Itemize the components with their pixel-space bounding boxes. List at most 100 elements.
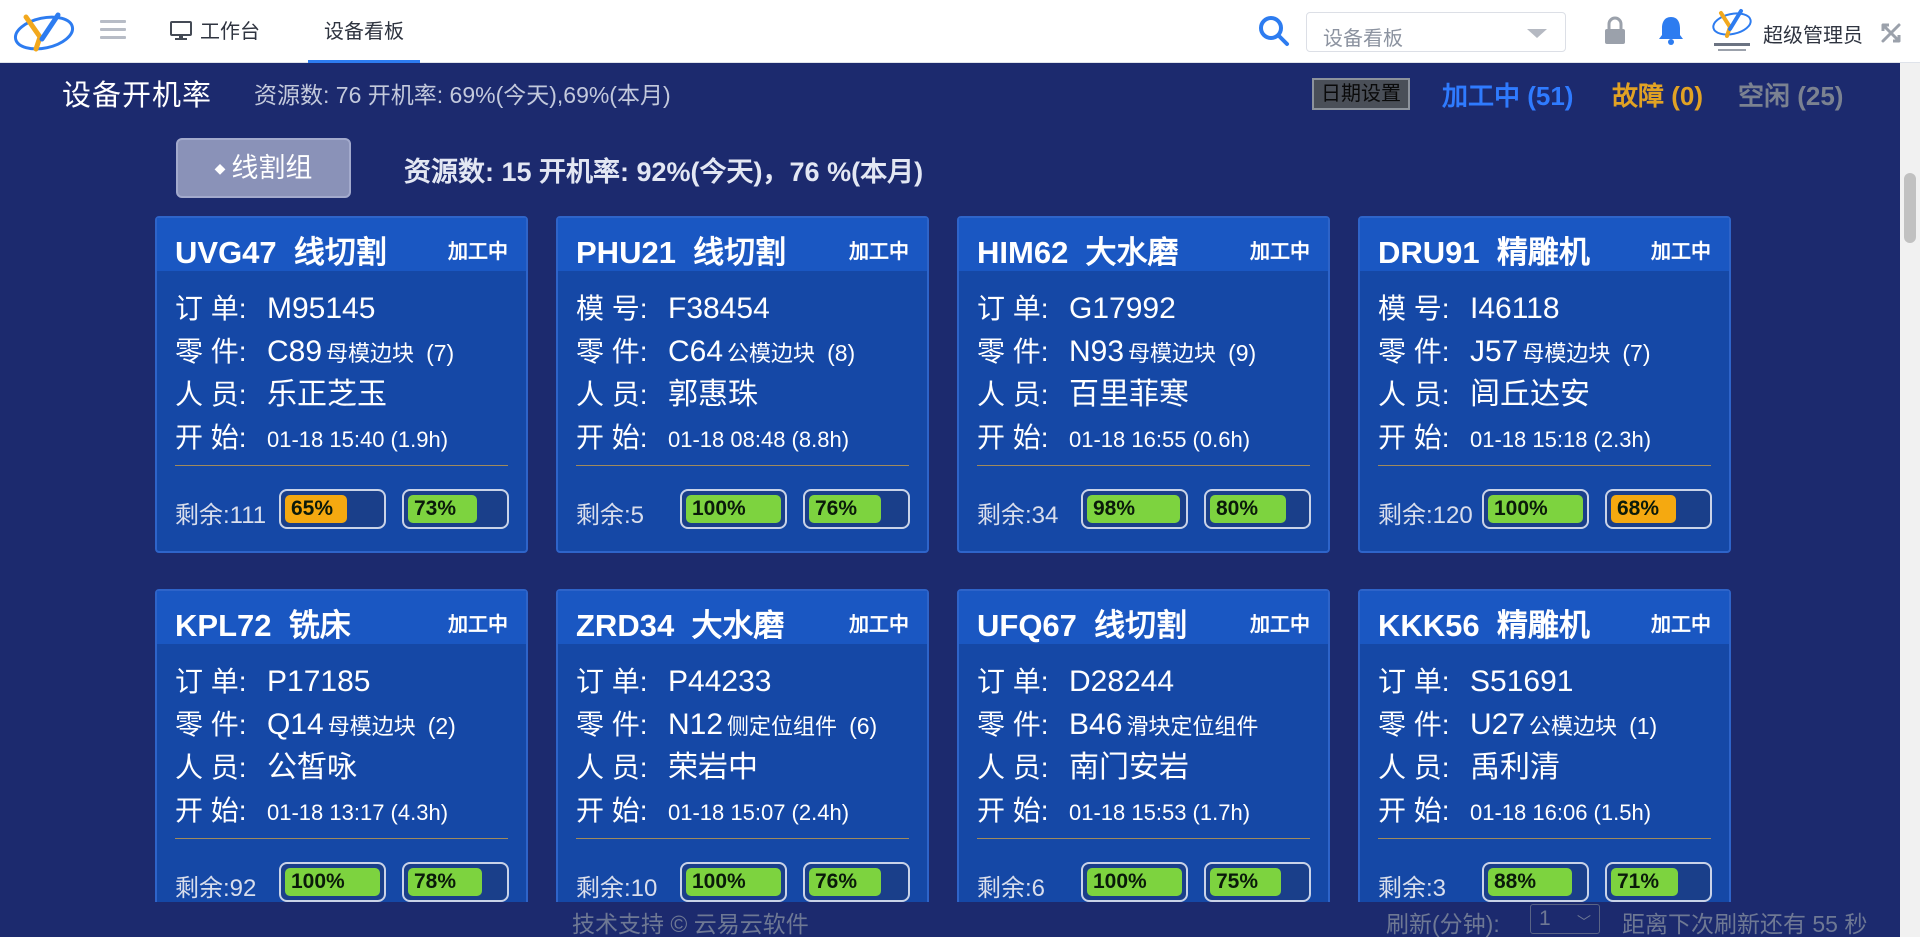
part-label: 零 件:	[175, 709, 247, 740]
card-footer: 剩余:92 100% 78%	[175, 862, 509, 902]
page-scrollbar[interactable]	[1900, 63, 1920, 937]
card-body: 模 号: F38454 零 件: C64 公模边块 (8) 人 员: 郭惠珠开 始: 01-18…	[558, 271, 927, 466]
monitor-icon	[170, 21, 192, 40]
part-info: C89 母模边块 (7)	[267, 332, 454, 375]
device-card[interactable]: KPL72 铣床 加工中订 单: P17185 零 件: Q14 母模边块 (2) 人 员: 公…	[155, 589, 528, 902]
tab-device-board[interactable]: 设备看板	[308, 0, 420, 63]
username[interactable]: 超级管理员	[1763, 19, 1863, 48]
device-title: DRU91 精雕机	[1378, 227, 1590, 272]
menu-icon[interactable]	[100, 20, 126, 42]
order-row: 订 单: M95145	[175, 289, 508, 332]
order-label: 订 单:	[175, 293, 247, 324]
start-value: 01-18 15:40 (1.9h)	[267, 427, 449, 452]
logo-icon[interactable]	[12, 9, 76, 53]
person-value: 禹利清	[1470, 751, 1560, 784]
progress-bar: 98%	[1081, 489, 1188, 529]
start-label: 开 始:	[576, 795, 648, 826]
part-qty: (2)	[427, 713, 456, 739]
progress-bar: 100%	[279, 862, 386, 902]
device-card[interactable]: HIM62 大水磨 加工中订 单: G17992 零 件: N93 母模边块 (9) 人 员:…	[957, 216, 1330, 553]
status-filter-processing[interactable]: 加工中 (51)	[1442, 76, 1573, 113]
lock-icon[interactable]	[1603, 16, 1627, 46]
person-row: 人 员: 南门安岩	[977, 748, 1310, 791]
progress-fill: 76%	[809, 868, 882, 896]
part-name: 母模边块	[326, 341, 415, 366]
remaining-count: 剩余:120	[1378, 502, 1473, 529]
device-card[interactable]: KKK56 精雕机 加工中订 单: S51691 零 件: U27 公模边块 (1) 人 员:…	[1358, 589, 1731, 902]
order-value: P17185	[267, 665, 371, 698]
close-icon[interactable]	[1880, 22, 1902, 44]
device-type: 大水磨	[1085, 235, 1179, 270]
part-row: 零 件: N12 侧定位组件 (6)	[576, 705, 909, 748]
group-summary: 资源数: 15 开机率: 92%(今天)，76 %(本月)	[404, 157, 924, 187]
part-name: 公模边块	[727, 341, 816, 366]
person-row: 人 员: 百里菲寒	[977, 375, 1310, 418]
start-value: 01-18 15:07 (2.4h)	[668, 800, 850, 825]
progress-fill: 98%	[1087, 495, 1181, 523]
status-badge: 加工中	[1651, 241, 1711, 263]
person-value: 乐正芝玉	[267, 378, 387, 411]
status-filter-fault[interactable]: 故障 (0)	[1612, 76, 1703, 113]
progress-fill: 80%	[1210, 495, 1286, 523]
device-card[interactable]: UFQ67 线切割 加工中订 单: D28244 零 件: B46 滑块定位组件人 员: 南…	[957, 589, 1330, 902]
status-badge: 加工中	[1250, 241, 1310, 263]
status-filter-idle[interactable]: 空闲 (25)	[1738, 76, 1843, 113]
progress-bar: 75%	[1204, 862, 1311, 902]
search-select[interactable]: 设备看板	[1306, 12, 1566, 52]
card-header: ZRD34 大水磨 加工中	[558, 591, 927, 644]
divider	[175, 465, 508, 466]
divider	[175, 838, 508, 839]
card-header: HIM62 大水磨 加工中	[959, 218, 1328, 271]
person-label: 人 员:	[1378, 752, 1450, 783]
progress-bar: 71%	[1605, 862, 1712, 902]
device-type: 线切割	[693, 235, 787, 270]
start-label: 开 始:	[977, 795, 1049, 826]
device-card[interactable]: PHU21 线切割 加工中模 号: F38454 零 件: C64 公模边块 (8) 人 员:…	[556, 216, 929, 553]
part-qty: (1)	[1629, 713, 1658, 739]
order-label: 订 单:	[1378, 666, 1450, 697]
divider	[977, 838, 1310, 839]
order-value: D28244	[1069, 665, 1175, 698]
scrollbar-thumb[interactable]	[1904, 173, 1916, 243]
progress-bar: 68%	[1605, 489, 1712, 529]
start-value: 01-18 13:17 (4.3h)	[267, 800, 449, 825]
avatar[interactable]	[1710, 7, 1754, 55]
order-label: 订 单:	[576, 666, 648, 697]
progress-fill: 100%	[686, 495, 781, 523]
progress-bar: 100%	[1482, 489, 1589, 529]
search-icon[interactable]	[1258, 15, 1290, 47]
cards-viewport: UVG47 线切割 加工中订 单: M95145 零 件: C89 母模边块 (7) 人 员:…	[0, 205, 1900, 902]
device-type: 大水磨	[691, 608, 785, 643]
part-row: 零 件: C64 公模边块 (8)	[576, 332, 909, 375]
part-label: 零 件:	[977, 336, 1049, 367]
chevron-down-icon	[1527, 29, 1547, 38]
device-title: KKK56 精雕机	[1378, 600, 1590, 645]
top-bar: 工作台 设备看板 设备看板 超级管理员	[0, 0, 1920, 63]
person-label: 人 员:	[175, 752, 247, 783]
person-row: 人 员: 乐正芝玉	[175, 375, 508, 418]
order-row: 订 单: P44233	[576, 662, 909, 705]
part-qty: (7)	[426, 340, 455, 366]
card-footer: 剩余:34 98% 80%	[977, 489, 1311, 533]
group-button[interactable]: ◆ 线割组	[176, 138, 351, 198]
device-code: ZRD34	[576, 608, 675, 643]
divider	[576, 465, 909, 466]
progress-fill: 100%	[285, 868, 380, 896]
refresh-interval-select[interactable]: 1 ﹀	[1530, 904, 1600, 934]
card-header: UFQ67 线切割 加工中	[959, 591, 1328, 644]
device-card[interactable]: DRU91 精雕机 加工中模 号: I46118 零 件: J57 母模边块 (7) 人 员:…	[1358, 216, 1731, 553]
date-settings-button[interactable]: 日期设置	[1312, 78, 1410, 110]
person-row: 人 员: 禹利清	[1378, 748, 1711, 791]
order-value: M95145	[267, 292, 376, 325]
start-label: 开 始:	[1378, 422, 1450, 453]
status-badge: 加工中	[849, 614, 909, 636]
order-label: 订 单:	[175, 666, 247, 697]
device-card[interactable]: UVG47 线切割 加工中订 单: M95145 零 件: C89 母模边块 (7) 人 员:…	[155, 216, 528, 553]
start-label: 开 始:	[175, 795, 247, 826]
progress-bar: 88%	[1482, 862, 1589, 902]
tab-workbench[interactable]: 工作台	[170, 0, 260, 63]
bell-icon[interactable]	[1657, 14, 1685, 46]
part-code: U27	[1470, 708, 1526, 741]
order-value: P44233	[668, 665, 772, 698]
device-card[interactable]: ZRD34 大水磨 加工中订 单: P44233 零 件: N12 侧定位组件 (6) 人 员…	[556, 589, 929, 902]
